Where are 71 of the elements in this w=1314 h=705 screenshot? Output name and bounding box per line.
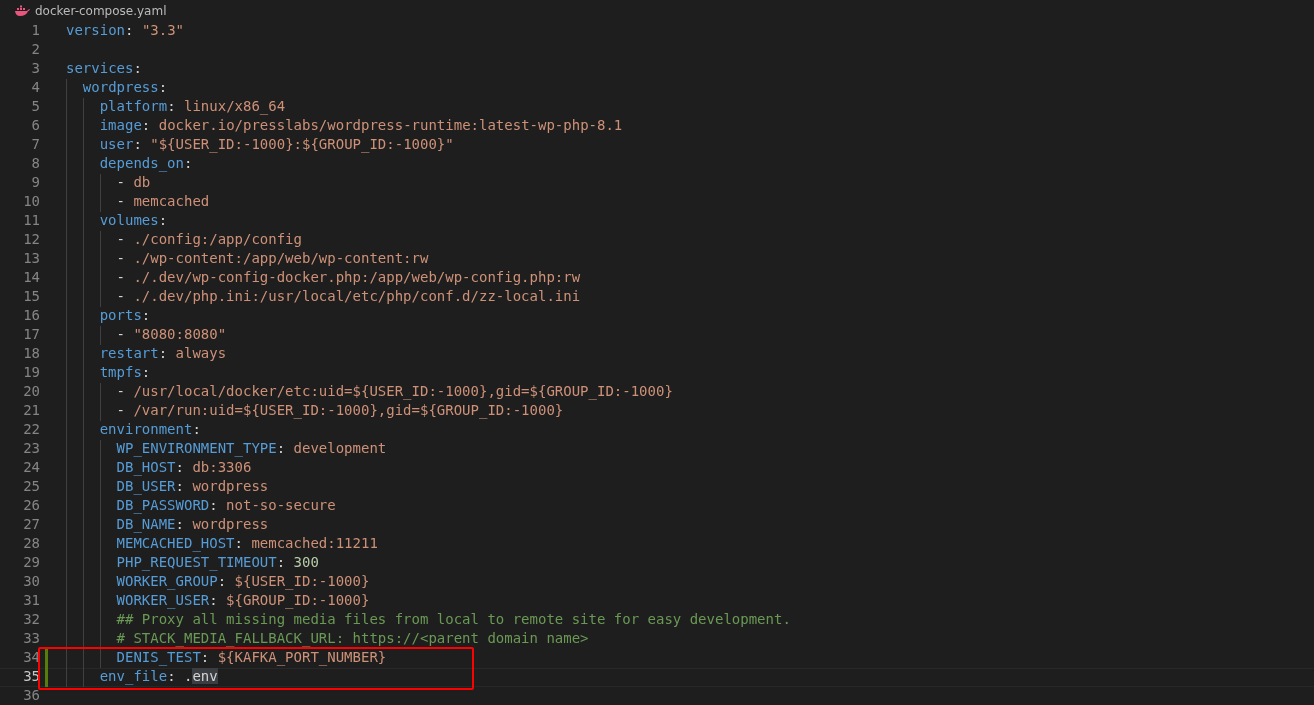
line-number: 19 xyxy=(22,364,40,382)
code-text: version: "3.3" xyxy=(66,22,185,40)
code-text: restart: always xyxy=(99,345,227,363)
code-text: - /var/run:uid=${USER_ID:-1000},gid=${GROUP_ID:-1000} xyxy=(116,402,564,421)
line-number: 15 xyxy=(22,288,40,306)
code-text: PHP_REQUEST_TIMEOUT: 300 xyxy=(116,554,319,573)
line-number: 32 xyxy=(22,611,40,629)
line-number: 13 xyxy=(22,250,40,268)
code-text: - db xyxy=(116,174,151,192)
line-number: 28 xyxy=(22,535,40,553)
line-number: 26 xyxy=(22,497,40,515)
line-number: 10 xyxy=(22,193,40,211)
code-text: WORKER_USER: ${GROUP_ID:-1000} xyxy=(116,592,370,611)
line-number: 36 xyxy=(22,687,40,705)
code-text: - ./config:/app/config xyxy=(116,231,302,249)
line-number: 4 xyxy=(30,79,40,97)
line-number: 23 xyxy=(22,440,40,458)
line-number: 3 xyxy=(30,60,40,78)
code-text: services: xyxy=(66,60,142,78)
line-number: 24 xyxy=(22,459,40,477)
code-text: WORKER_GROUP: ${USER_ID:-1000} xyxy=(116,573,370,592)
line-number: 2 xyxy=(30,41,40,59)
line-number: 7 xyxy=(30,136,40,154)
file-name[interactable]: docker-compose.yaml xyxy=(35,4,167,18)
code-text: platform: linux/x86_64 xyxy=(99,98,286,117)
line-number: 11 xyxy=(22,212,40,230)
code-text: depends_on: xyxy=(99,155,193,174)
code-text: # STACK_MEDIA_FALLBACK_URL: https://<parent domain name> xyxy=(116,630,589,649)
code-text: environment: xyxy=(99,421,201,439)
line-number: 12 xyxy=(22,231,40,249)
line-number: 16 xyxy=(22,307,40,325)
line-number: 14 xyxy=(22,269,40,287)
code-text: env_file: .env xyxy=(99,668,218,687)
line-number: 1 xyxy=(30,22,40,40)
line-number: 18 xyxy=(22,345,40,363)
code-text: DB_USER: wordpress xyxy=(116,478,269,497)
code-text: - ./wp-content:/app/web/wp-content:rw xyxy=(116,250,429,268)
line-number: 30 xyxy=(22,573,40,591)
line-number: 27 xyxy=(22,516,40,534)
line-number: 34 xyxy=(22,649,40,667)
code-text: DB_HOST: db:3306 xyxy=(116,459,252,478)
whale-icon xyxy=(14,5,30,17)
line-number: 6 xyxy=(30,117,40,135)
code-text: - "8080:8080" xyxy=(116,326,227,344)
line-number: 9 xyxy=(30,174,40,192)
code-text: DB_PASSWORD: not-so-secure xyxy=(116,497,336,516)
code-text: ## Proxy all missing media files from local to remote site for easy development. xyxy=(116,611,791,629)
code-text: WP_ENVIRONMENT_TYPE: development xyxy=(116,440,387,459)
line-number: 17 xyxy=(22,326,40,344)
code-text: ports: xyxy=(99,307,151,325)
code-text: user: "${USER_ID:-1000}:${GROUP_ID:-1000}" xyxy=(99,136,454,155)
code-text: - /usr/local/docker/etc:uid=${USER_ID:-1000},gid=${GROUP_ID:-1000} xyxy=(116,383,673,402)
line-number: 20 xyxy=(22,383,40,401)
line-number: 8 xyxy=(30,155,40,173)
code-text: MEMCACHED_HOST: memcached:11211 xyxy=(116,535,378,554)
line-number: 29 xyxy=(22,554,40,572)
line-number: 21 xyxy=(22,402,40,420)
code-text: - ./.dev/wp-config-docker.php:/app/web/wp-config.php:rw xyxy=(116,269,581,287)
code-text: - memcached xyxy=(116,193,210,211)
line-number: 33 xyxy=(22,630,40,648)
code-text: volumes: xyxy=(99,212,168,230)
code-text: tmpfs: xyxy=(99,364,151,382)
code-text: DB_NAME: wordpress xyxy=(116,516,269,535)
code-text: DENIS_TEST: ${KAFKA_PORT_NUMBER} xyxy=(116,649,387,668)
line-number: 25 xyxy=(22,478,40,496)
line-number: 31 xyxy=(22,592,40,610)
line-number: 22 xyxy=(22,421,40,439)
code-text: wordpress: xyxy=(82,79,168,97)
line-number: 5 xyxy=(30,98,40,116)
code-text: - ./.dev/php.ini:/usr/local/etc/php/conf.d/zz-local.ini xyxy=(116,288,581,306)
code-text: image: docker.io/presslabs/wordpress-runtime:latest-wp-php-8.1 xyxy=(99,117,623,135)
